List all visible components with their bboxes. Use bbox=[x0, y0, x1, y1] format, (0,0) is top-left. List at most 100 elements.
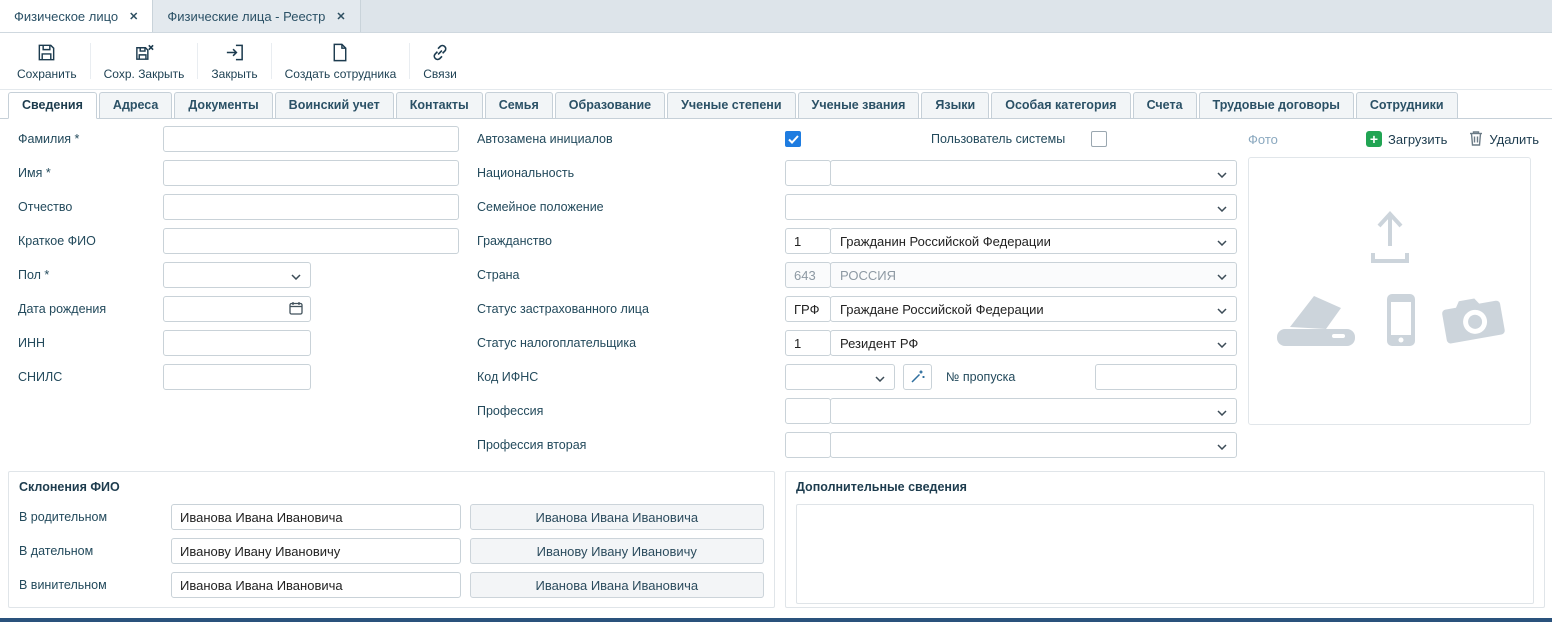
tab-osobaya-kategoriya[interactable]: Особая категория bbox=[991, 92, 1130, 119]
nationality-select[interactable] bbox=[830, 160, 1237, 186]
tab-dokumenty[interactable]: Документы bbox=[174, 92, 272, 119]
links-button[interactable]: Связи bbox=[410, 38, 470, 85]
photo-upload-button[interactable]: + Загрузить bbox=[1366, 131, 1447, 147]
tab-sotrudniki[interactable]: Сотрудники bbox=[1356, 92, 1458, 119]
tab-kontakty[interactable]: Контакты bbox=[396, 92, 483, 119]
nationality-code-input[interactable] bbox=[785, 160, 831, 186]
close-button[interactable]: Закрыть bbox=[198, 38, 270, 85]
tab-obrazovanie[interactable]: Образование bbox=[555, 92, 665, 119]
tab-semya[interactable]: Семья bbox=[485, 92, 553, 119]
surname-input[interactable] bbox=[163, 126, 459, 152]
window-tab-person[interactable]: Физическое лицо ✕ bbox=[0, 0, 153, 32]
profession-select[interactable] bbox=[830, 398, 1237, 424]
declensions-panel: Склонения ФИО В родительном Иванова Иван… bbox=[8, 471, 775, 608]
window-tab-label: Физическое лицо bbox=[14, 9, 118, 24]
photo-delete-button[interactable]: Удалить bbox=[1469, 130, 1539, 149]
create-employee-icon bbox=[330, 42, 350, 64]
insured-status-select[interactable]: Граждане Российской Федерации bbox=[830, 296, 1237, 322]
magic-wand-icon bbox=[910, 368, 926, 387]
chevron-down-icon bbox=[1217, 302, 1227, 317]
form-area: Фамилия * Имя * Отчество Краткое ФИО Пол… bbox=[0, 119, 1552, 465]
accusative-input[interactable] bbox=[171, 572, 461, 598]
save-icon bbox=[36, 42, 57, 64]
country-select[interactable]: РОССИЯ bbox=[830, 262, 1237, 288]
bottom-scrollbar[interactable] bbox=[0, 618, 1552, 622]
pass-number-input[interactable] bbox=[1095, 364, 1237, 390]
tab-uchenye-stepeni[interactable]: Ученые степени bbox=[667, 92, 795, 119]
tab-scheta[interactable]: Счета bbox=[1133, 92, 1197, 119]
profession2-label: Профессия вторая bbox=[477, 438, 785, 452]
profession2-code-input[interactable] bbox=[785, 432, 831, 458]
system-user-checkbox[interactable] bbox=[1091, 131, 1107, 147]
insured-status-label: Статус застрахованного лица bbox=[477, 302, 785, 316]
close-tab-icon[interactable]: ✕ bbox=[129, 10, 138, 23]
photo-column: Фото + Загрузить Удалить bbox=[1248, 126, 1539, 425]
taxpayer-status-label: Статус налогоплательщика bbox=[477, 336, 785, 350]
patronymic-input[interactable] bbox=[163, 194, 459, 220]
taxpayer-status-select[interactable]: Резидент РФ bbox=[830, 330, 1237, 356]
dative-input[interactable] bbox=[171, 538, 461, 564]
firstname-input[interactable] bbox=[163, 160, 459, 186]
auto-initials-checkbox[interactable] bbox=[785, 131, 801, 147]
insured-status-code-input[interactable] bbox=[785, 296, 831, 322]
photo-dropzone[interactable] bbox=[1248, 157, 1531, 425]
links-button-label: Связи bbox=[423, 67, 457, 81]
snils-input[interactable] bbox=[163, 364, 311, 390]
genitive-suggestion-button[interactable]: Иванова Ивана Ивановича bbox=[470, 504, 764, 530]
tab-adresa[interactable]: Адреса bbox=[99, 92, 172, 119]
taxpayer-status-select-value: Резидент РФ bbox=[840, 336, 918, 351]
citizenship-code-input[interactable] bbox=[785, 228, 831, 254]
taxpayer-status-code-input[interactable] bbox=[785, 330, 831, 356]
citizenship-select[interactable]: Гражданин Российской Федерации bbox=[830, 228, 1237, 254]
snils-label: СНИЛС bbox=[18, 370, 163, 384]
chevron-down-icon bbox=[1217, 336, 1227, 351]
additional-info-panel: Дополнительные сведения bbox=[785, 471, 1545, 608]
dative-suggestion-button[interactable]: Иванову Ивану Ивановичу bbox=[470, 538, 764, 564]
inn-label: ИНН bbox=[18, 336, 163, 350]
profession2-select[interactable] bbox=[830, 432, 1237, 458]
chevron-down-icon bbox=[1217, 438, 1227, 453]
short-fio-input[interactable] bbox=[163, 228, 459, 254]
window-tab-bar: Физическое лицо ✕ Физические лица - Реес… bbox=[0, 0, 1552, 33]
save-close-button[interactable]: Сохр. Закрыть bbox=[91, 38, 198, 85]
photo-label: Фото bbox=[1248, 132, 1278, 147]
links-icon bbox=[429, 42, 451, 64]
close-tab-icon[interactable]: ✕ bbox=[336, 10, 345, 23]
form-tabs: Сведения Адреса Документы Воинский учет … bbox=[0, 90, 1552, 119]
profession-label: Профессия bbox=[477, 404, 785, 418]
tab-uchenye-zvaniya[interactable]: Ученые звания bbox=[798, 92, 920, 119]
calendar-icon[interactable] bbox=[289, 301, 303, 318]
camera-icon[interactable] bbox=[1438, 291, 1510, 352]
smartphone-icon[interactable] bbox=[1386, 293, 1416, 350]
ifns-code-select[interactable] bbox=[785, 364, 895, 390]
chevron-down-icon bbox=[875, 370, 885, 385]
citizenship-label: Гражданство bbox=[477, 234, 785, 248]
firstname-label: Имя * bbox=[18, 166, 163, 180]
save-button[interactable]: Сохранить bbox=[4, 38, 90, 85]
scanner-icon[interactable] bbox=[1274, 289, 1360, 354]
additional-info-textarea[interactable] bbox=[796, 504, 1534, 604]
birthdate-input[interactable] bbox=[163, 296, 311, 322]
tab-yazyki[interactable]: Языки bbox=[921, 92, 989, 119]
tab-svedeniya[interactable]: Сведения bbox=[8, 92, 97, 119]
upload-arrow-icon bbox=[1369, 208, 1411, 267]
additional-info-title: Дополнительные сведения bbox=[796, 480, 1534, 494]
gender-select[interactable] bbox=[163, 262, 311, 288]
tab-trudovye-dogovory[interactable]: Трудовые договоры bbox=[1199, 92, 1354, 119]
window-tab-registry[interactable]: Физические лица - Реестр ✕ bbox=[153, 0, 360, 32]
trash-icon bbox=[1469, 130, 1483, 149]
genitive-input[interactable] bbox=[171, 504, 461, 530]
inn-input[interactable] bbox=[163, 330, 311, 356]
photo-upload-label: Загрузить bbox=[1388, 132, 1447, 147]
tab-voinskiy-uchet[interactable]: Воинский учет bbox=[275, 92, 394, 119]
close-button-label: Закрыть bbox=[211, 67, 257, 81]
ifns-code-label: Код ИФНС bbox=[477, 370, 785, 384]
marital-status-select[interactable] bbox=[785, 194, 1237, 220]
country-code-input[interactable] bbox=[785, 262, 831, 288]
profession-code-input[interactable] bbox=[785, 398, 831, 424]
autofill-wand-button[interactable] bbox=[903, 364, 932, 390]
accusative-suggestion-button[interactable]: Иванова Ивана Ивановича bbox=[470, 572, 764, 598]
toolbar: Сохранить Сохр. Закрыть Закрыть Создать … bbox=[0, 33, 1552, 90]
create-employee-button[interactable]: Создать сотрудника bbox=[272, 38, 410, 85]
window-tab-label: Физические лица - Реестр bbox=[167, 9, 325, 24]
